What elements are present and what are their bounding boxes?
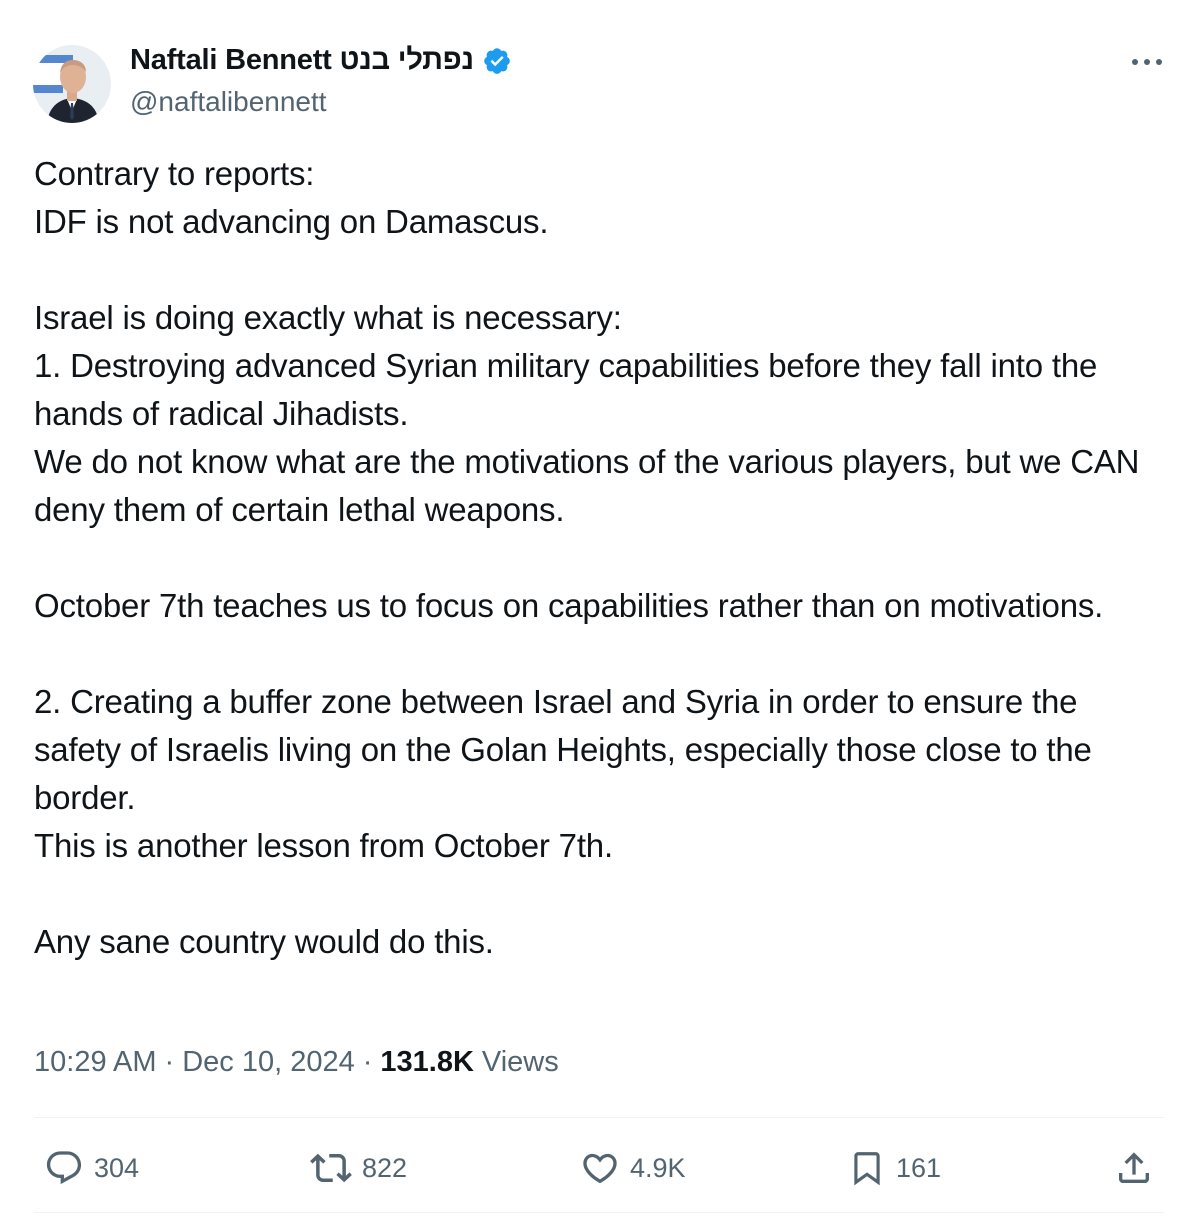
more-options-button[interactable] bbox=[1126, 46, 1168, 78]
profile-photo-icon bbox=[33, 45, 111, 123]
views-label: Views bbox=[481, 1046, 559, 1078]
author-name-row: Naftali Bennett נפתלי בנט bbox=[130, 44, 512, 77]
share-button[interactable] bbox=[1114, 1145, 1154, 1191]
like-button[interactable]: 4.9K bbox=[580, 1145, 686, 1191]
tweet-time[interactable]: 10:29 AM bbox=[34, 1046, 157, 1079]
avatar[interactable] bbox=[33, 45, 111, 123]
bookmark-count: 161 bbox=[896, 1152, 942, 1183]
like-count: 4.9K bbox=[630, 1152, 686, 1183]
divider bbox=[34, 1212, 1164, 1213]
bookmark-button[interactable]: 161 bbox=[848, 1145, 941, 1191]
tweet-line: October 7th teaches us to focus on capab… bbox=[34, 587, 1104, 624]
tweet-line: Israel is doing exactly what is necessar… bbox=[34, 299, 622, 336]
tweet-line: Contrary to reports: bbox=[34, 155, 315, 192]
meta-separator: · bbox=[164, 1046, 175, 1078]
tweet-line: 2. Creating a buffer zone between Israel… bbox=[34, 683, 1101, 816]
repost-icon bbox=[310, 1153, 352, 1183]
author-handle[interactable]: @naftalibennett bbox=[130, 86, 327, 118]
tweet-meta: 10:29 AM · Dec 10, 2024 · 131.8K Views bbox=[34, 1046, 559, 1079]
heart-icon bbox=[583, 1153, 617, 1184]
views-count: 131.8K bbox=[380, 1046, 474, 1078]
reply-count: 304 bbox=[94, 1152, 140, 1183]
tweet-line: Any sane country would do this. bbox=[34, 923, 494, 960]
verified-badge-icon bbox=[482, 46, 512, 76]
tweet-date[interactable]: Dec 10, 2024 bbox=[182, 1046, 355, 1079]
tweet-line: This is another lesson from October 7th. bbox=[34, 827, 613, 864]
more-dots-icon bbox=[1132, 59, 1162, 65]
bookmark-icon bbox=[854, 1152, 880, 1186]
tweet-line: IDF is not advancing on Damascus. bbox=[34, 203, 549, 240]
meta-separator: · bbox=[362, 1046, 373, 1078]
divider bbox=[34, 1117, 1164, 1118]
repost-count: 822 bbox=[362, 1152, 408, 1183]
repost-button[interactable]: 822 bbox=[310, 1145, 407, 1191]
author-display-name[interactable]: Naftali Bennett נפתלי בנט bbox=[130, 44, 474, 77]
tweet-line: We do not know what are the motivations … bbox=[34, 443, 1149, 528]
reply-button[interactable]: 304 bbox=[44, 1145, 139, 1191]
reply-icon bbox=[46, 1151, 82, 1185]
tweet-line: 1. Destroying advanced Syrian military c… bbox=[34, 347, 1107, 432]
share-icon bbox=[1119, 1152, 1149, 1183]
tweet-card: Naftali Bennett נפתלי בנט @naftalibennet… bbox=[0, 0, 1194, 1218]
tweet-text: Contrary to reports: IDF is not advancin… bbox=[34, 150, 1164, 966]
